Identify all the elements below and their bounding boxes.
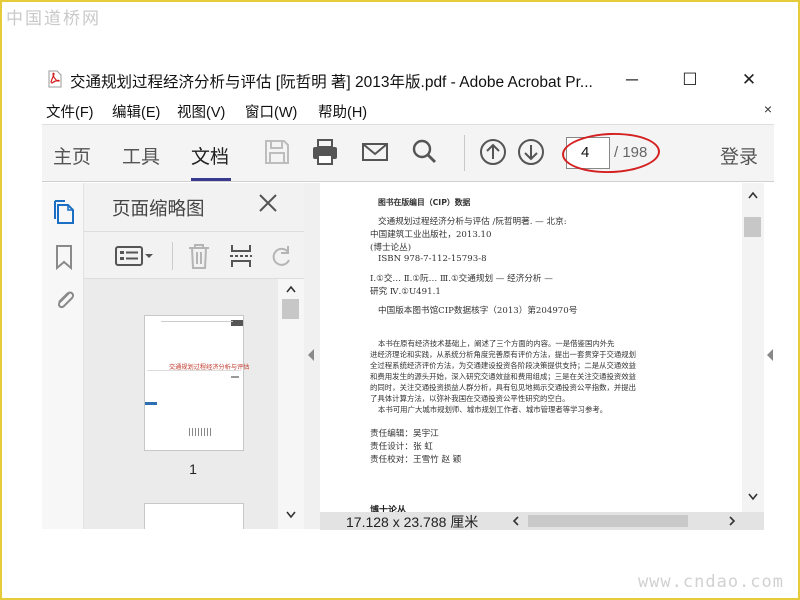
cover-line xyxy=(147,370,241,371)
scroll-down-icon[interactable] xyxy=(286,511,296,519)
collapse-right-icon[interactable] xyxy=(766,349,774,361)
cover-barcode xyxy=(189,428,213,436)
trash-icon[interactable] xyxy=(186,242,212,270)
pdf-icon xyxy=(48,70,62,88)
print-icon[interactable] xyxy=(310,137,340,167)
close-icon[interactable] xyxy=(256,191,280,215)
panel-splitter[interactable] xyxy=(304,183,320,529)
attachment-icon[interactable] xyxy=(52,285,76,313)
hscroll-left-icon[interactable] xyxy=(512,516,520,526)
document-scrollbar[interactable] xyxy=(742,183,764,512)
cip-heading: 图书在版编目（CIP）数据 xyxy=(378,198,471,207)
panel-toolbar-separator xyxy=(172,242,173,270)
scrollbar-thumb[interactable] xyxy=(282,299,299,319)
page-footer-text: 博士论丛 xyxy=(370,506,407,512)
document-view[interactable]: 图书在版编目（CIP）数据 交通规划过程经济分析与评估 /阮哲明著. — 北京:… xyxy=(320,183,742,512)
menu-file[interactable]: 文件(F) xyxy=(46,101,94,122)
hscroll-right-icon[interactable] xyxy=(728,516,736,526)
insert-icon[interactable] xyxy=(228,242,254,270)
options-icon[interactable] xyxy=(114,242,154,270)
abstract-line: 了具体计算方法，以弥补我国在交通投资公平性研究的空白。 xyxy=(370,394,570,403)
bookmark-icon[interactable] xyxy=(52,243,76,271)
panel-title: 页面缩略图 xyxy=(112,198,205,219)
cover-author xyxy=(231,376,239,378)
cover-blue-mark xyxy=(145,402,157,405)
watermark-bottom: www.cndao.com xyxy=(637,572,784,592)
doc-line: Ⅰ.①交… Ⅱ.①阮… Ⅲ.①交通规划 — 经济分析 — xyxy=(370,274,553,284)
page-size: 17.128 x 23.788 厘米 xyxy=(346,514,479,530)
search-icon[interactable] xyxy=(409,137,439,167)
left-rail xyxy=(42,183,84,529)
doc-line: 研究 Ⅳ.①U491.1 xyxy=(370,287,441,297)
maximize-button[interactable]: ☐ xyxy=(678,68,702,92)
thumbnail-label: 1 xyxy=(189,461,197,477)
doc-line: ISBN 978-7-112-15793-8 xyxy=(378,254,487,264)
toolbar-separator xyxy=(464,135,465,171)
active-tab-indicator xyxy=(191,178,231,181)
title-bar: 交通规划过程经济分析与评估 [阮哲明 著] 2013年版.pdf - Adobe… xyxy=(42,64,774,96)
doc-line: (博士论丛) xyxy=(370,243,412,253)
menu-bar: 文件(F) 编辑(E) 视图(V) 窗口(W) 帮助(H) × xyxy=(42,98,774,122)
thumbnail-list: 交通规划过程经济分析与评估 1 xyxy=(84,279,278,529)
rotate-icon[interactable] xyxy=(268,242,294,270)
doc-line: 中国版本图书馆CIP数据核字（2013）第204970号 xyxy=(378,306,578,316)
abstract-line: 和费用发生的源头开始，深入研究交通效益和费用组成；三是在关注交通投资效益 xyxy=(370,372,637,381)
arrow-up-icon[interactable] xyxy=(478,137,508,167)
pages-icon[interactable] xyxy=(52,197,76,225)
credit-line: 责任设计：张 虹 xyxy=(370,442,433,452)
menu-help[interactable]: 帮助(H) xyxy=(318,101,367,122)
menu-window[interactable]: 窗口(W) xyxy=(245,101,297,122)
arrow-down-icon[interactable] xyxy=(516,137,546,167)
panel-toolbar xyxy=(84,231,304,279)
abstract-line: 进经济理论和实践，从系统分析角度完善原有评价方法，提出一套贯穿于交通规划 xyxy=(370,350,637,359)
tab-document[interactable]: 文档 xyxy=(191,142,229,169)
menu-close-button[interactable]: × xyxy=(764,101,772,117)
credit-line: 责任编辑：吴宇江 xyxy=(370,429,439,439)
abstract-line: 的同时，关注交通投资损益人群分析，具有包见地揭示交通投资公平指数，并提出 xyxy=(370,383,637,392)
minimize-button[interactable]: ─ xyxy=(620,68,644,92)
status-bar: 17.128 x 23.788 厘米 xyxy=(320,512,764,530)
toolbar: 主页 工具 文档 4 / 198 登录 xyxy=(42,124,774,182)
abstract-line: 本书在原有经济技术基础上，阐述了三个方面的内容。一是借鉴国内外先 xyxy=(378,339,615,348)
tab-home[interactable]: 主页 xyxy=(53,142,91,169)
menu-view[interactable]: 视图(V) xyxy=(177,101,225,122)
window-title: 交通规划过程经济分析与评估 [阮哲明 著] 2013年版.pdf - Adobe… xyxy=(70,74,593,91)
abstract-line: 本书可用广大城市规划师、城市规划工作者、城市管理者等学习参考。 xyxy=(378,405,608,414)
login-button[interactable]: 登录 xyxy=(720,142,758,169)
doc-line: 中国建筑工业出版社，2013.10 xyxy=(370,230,492,240)
save-icon[interactable] xyxy=(262,137,292,167)
page-thumbnail-2[interactable] xyxy=(144,503,244,529)
scroll-up-icon[interactable] xyxy=(286,285,296,293)
abstract-line: 全过程系统经济评价方法，为交通建设投资各阶段决策提供支持；二是从交通效益 xyxy=(370,361,637,370)
doc-line: 交通规划过程经济分析与评估 /阮哲明著. — 北京: xyxy=(378,217,567,227)
page-thumbnail-1[interactable]: 交通规划过程经济分析与评估 xyxy=(144,315,249,451)
screen-frame: 中国道桥网 交通规划过程经济分析与评估 [阮哲明 著] 2013年版.pdf -… xyxy=(0,0,800,600)
mail-icon[interactable] xyxy=(360,137,390,167)
right-panel-toggle[interactable] xyxy=(764,183,774,529)
watermark-top: 中国道桥网 xyxy=(6,9,101,29)
close-window-button[interactable]: ✕ xyxy=(737,68,761,92)
collapse-left-icon[interactable] xyxy=(307,349,315,361)
horizontal-scrollbar-thumb[interactable] xyxy=(528,515,688,527)
doc-scroll-down-icon[interactable] xyxy=(748,493,758,501)
cover-rule xyxy=(161,321,233,322)
doc-scrollbar-thumb[interactable] xyxy=(744,217,761,237)
doc-scroll-up-icon[interactable] xyxy=(748,191,758,199)
thumbnail-scrollbar[interactable] xyxy=(278,279,304,529)
tab-tools[interactable]: 工具 xyxy=(122,142,160,169)
credit-line: 责任校对：王雪竹 赵 颖 xyxy=(370,455,462,465)
menu-edit[interactable]: 编辑(E) xyxy=(112,101,160,122)
thumbnails-panel: 页面缩略图 交通规划过程经济分析与评估 1 xyxy=(84,183,304,529)
